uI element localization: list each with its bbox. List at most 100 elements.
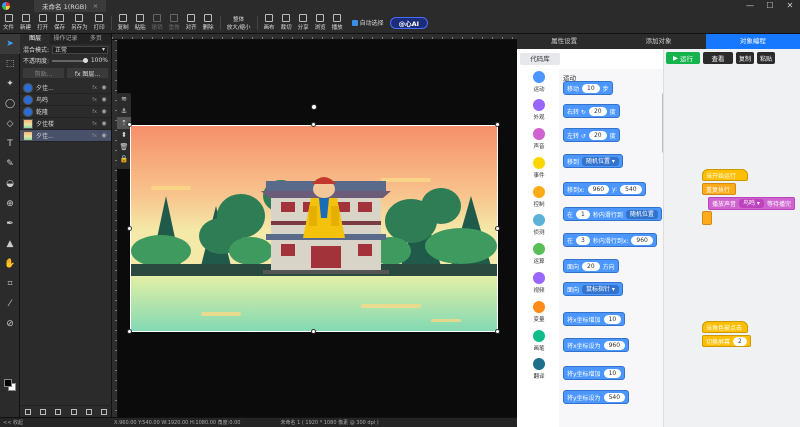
layer-row[interactable]: 乾隆 fx ◉ (20, 106, 111, 118)
save-as-button[interactable]: 另存为 (68, 12, 91, 34)
motion-block[interactable]: 左转 ↺ 20 度 (563, 128, 620, 142)
blend-mode-select[interactable]: 正常 ▾ (52, 45, 108, 54)
motion-block[interactable]: 在 3 秒内滑行到x: 960 (563, 233, 657, 247)
link-layers-icon[interactable] (55, 408, 62, 415)
marquee-tool-icon[interactable]: ⬚ (0, 54, 20, 74)
block-input[interactable]: 960 (603, 340, 626, 350)
block-input[interactable]: 10 (603, 368, 622, 378)
motion-block[interactable]: 移到 随机位置 ▾ (563, 154, 623, 168)
block-dropdown[interactable]: 随机位置 (625, 209, 658, 219)
block-input[interactable]: 1 (576, 209, 590, 219)
block-input[interactable]: 20 (588, 130, 607, 140)
minimize-icon[interactable]: — (740, 0, 760, 12)
collapse-panel-button[interactable]: << 收起 (3, 419, 23, 426)
picker-tool-icon[interactable]: ⊘ (0, 314, 20, 334)
sound-dropdown[interactable]: 鸟鸣 ▾ (739, 199, 764, 208)
block-input[interactable]: 10 (582, 83, 600, 93)
browse-button[interactable]: 浏览 (312, 12, 329, 34)
trash-icon[interactable]: 🗑 (117, 141, 131, 153)
when-sprite-clicked-block[interactable]: 当角色被点击 (702, 321, 748, 333)
new-button[interactable]: 新建 (17, 12, 34, 34)
run-button[interactable]: ▶ 运行 (666, 52, 700, 64)
canvas-button[interactable]: 画布 (261, 12, 278, 34)
forever-block[interactable]: 重复执行 (702, 183, 736, 195)
motion-block[interactable]: 将x坐标设为 960 (563, 338, 630, 352)
color-swatch[interactable] (4, 379, 16, 391)
layers-stack-icon[interactable]: ≋ (117, 93, 131, 105)
tab-pages[interactable]: 多页 (81, 34, 111, 44)
block-input[interactable]: 10 (603, 314, 622, 324)
motion-block[interactable]: 右转 ↻ 20 度 (563, 104, 620, 118)
block-input[interactable]: 3 (576, 235, 590, 245)
eraser-tool-icon[interactable]: ◇ (0, 114, 20, 134)
resize-handle-bc[interactable] (311, 329, 316, 334)
motion-block[interactable]: 移动 10 步 (563, 81, 613, 95)
tab-history[interactable]: 操作记录 (50, 34, 80, 44)
anchor-icon[interactable]: ⚓ (117, 105, 131, 117)
block-dropdown[interactable]: 随机位置 ▾ (582, 156, 619, 166)
eye-icon[interactable]: ◉ (100, 108, 108, 115)
eye-icon[interactable]: ◉ (100, 84, 108, 91)
block-category[interactable]: 外观 (527, 98, 551, 123)
screen-number-input[interactable]: 2 (733, 336, 747, 346)
block-category[interactable]: 翻译 (527, 357, 551, 382)
crop-tool-icon[interactable]: ⌗ (0, 274, 20, 294)
close-window-icon[interactable]: ✕ (780, 0, 800, 12)
block-input[interactable]: 960 (587, 184, 610, 194)
crop-button[interactable]: 裁切 (278, 12, 295, 34)
block-input[interactable]: 540 (620, 184, 642, 194)
paste-button[interactable]: 粘贴 (132, 12, 149, 34)
copy-script-button[interactable]: 复制 (736, 52, 755, 64)
block-category[interactable]: 变量 (527, 299, 551, 324)
share-button[interactable]: 分享 (295, 12, 312, 34)
block-category[interactable]: 控制 (527, 184, 551, 209)
eye-icon[interactable]: ◉ (100, 132, 108, 139)
file-menu-button[interactable]: 文件 (0, 12, 17, 34)
redo-button[interactable]: 重做 (166, 12, 183, 34)
eyedropper-icon[interactable]: ⁄ (0, 294, 20, 314)
print-button[interactable]: 打印 (91, 12, 108, 34)
opacity-slider-handle[interactable] (82, 57, 88, 63)
new-group-icon[interactable] (70, 408, 77, 415)
copy-button[interactable]: 复制 (115, 12, 132, 34)
paste-script-button[interactable]: 粘贴 (757, 52, 776, 64)
block-category[interactable]: 侦测 (527, 213, 551, 238)
rotate-handle[interactable] (311, 104, 317, 110)
motion-block[interactable]: 将y坐标设为 540 (563, 390, 630, 404)
clip-button[interactable]: 剪贴... (23, 68, 64, 78)
tab-add-object[interactable]: 添加对象 (611, 34, 705, 49)
eye-icon[interactable]: ◉ (100, 120, 108, 127)
tab-object-programming[interactable]: 对象编程 (705, 34, 800, 49)
block-category[interactable]: 声音 (527, 127, 551, 152)
tab-properties[interactable]: 属性设置 (517, 34, 611, 49)
text-tool-icon[interactable]: T (0, 134, 20, 154)
zoom-value[interactable]: 整体 (233, 15, 244, 23)
layer-row[interactable]: 夕佳楼 fx ◉ (20, 118, 111, 130)
eye-icon[interactable]: ◉ (100, 96, 108, 103)
play-button[interactable]: 播放 (329, 12, 346, 34)
play-sound-block[interactable]: 播放声音 鸟鸣 ▾ 等待播完 (708, 197, 795, 210)
delete-button[interactable]: 删除 (200, 12, 217, 34)
auto-select-checkbox[interactable]: 自动选择 (351, 18, 384, 27)
lasso-tool-icon[interactable]: ◯ (0, 94, 20, 114)
save-button[interactable]: 保存 (51, 12, 68, 34)
layer-style-icon[interactable] (24, 408, 31, 415)
resize-handle-br[interactable] (495, 329, 500, 334)
code-library-tab[interactable]: 代码库 (520, 53, 560, 65)
resize-handle-bl[interactable] (127, 329, 132, 334)
block-dropdown[interactable]: 鼠标指针 ▾ (582, 284, 619, 294)
switch-screen-block[interactable]: 切换屏幕 2 (702, 335, 751, 347)
checkbox-checked-icon[interactable] (351, 19, 358, 26)
when-start-block[interactable]: 当开始运行 (702, 169, 748, 181)
shape-tool-icon[interactable]: ▲ (0, 234, 20, 254)
block-category[interactable]: 事件 (527, 155, 551, 180)
block-input[interactable]: 20 (588, 106, 607, 116)
arrange-icon[interactable]: ⬍ (117, 129, 131, 141)
open-button[interactable]: 打开 (34, 12, 51, 34)
block-category[interactable]: 运算 (527, 242, 551, 267)
block-input[interactable]: 960 (631, 235, 653, 245)
new-layer-icon[interactable] (85, 408, 92, 415)
move-tool-icon[interactable]: ➤ (0, 34, 20, 54)
brush-tool-icon[interactable]: ✎ (0, 154, 20, 174)
block-category[interactable]: 画笔 (527, 328, 551, 353)
